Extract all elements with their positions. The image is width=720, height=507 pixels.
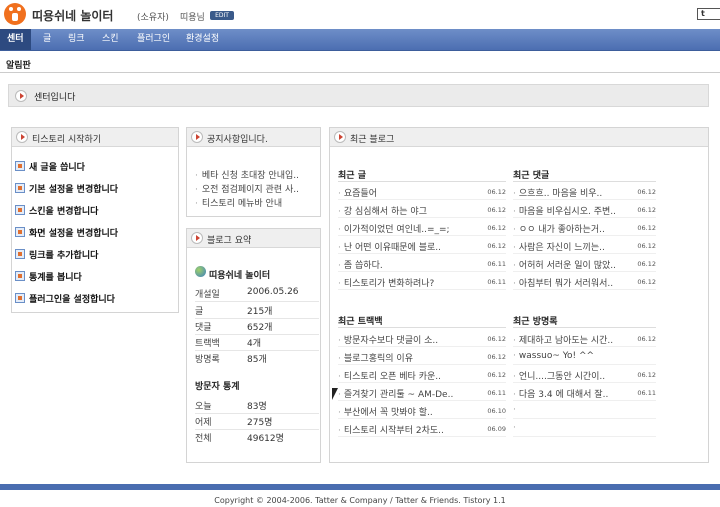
site-title[interactable]: 띠용쉬네 놀이터	[32, 7, 113, 24]
panel-title: 최근 블로그	[350, 135, 395, 145]
document-icon	[15, 205, 25, 215]
recent-comment-item[interactable]: 마음을 비우십시오. 주변..06.12	[513, 204, 656, 218]
recent-guestbook-item[interactable]: 언니....그동안 시간이..06.12	[513, 369, 656, 383]
arrow-bullet-icon	[16, 131, 28, 143]
visitor-row: 전체 49612명	[195, 434, 284, 444]
recent-post-item[interactable]: 요즘들어06.12	[338, 186, 506, 200]
document-icon	[15, 183, 25, 193]
panel-header: 블로그 요약	[187, 229, 320, 248]
stat-row: 개설일 2006.05.26	[195, 287, 299, 300]
visitor-stats-title: 방문자 통계	[195, 382, 240, 392]
panel-title: 블로그 요약	[207, 236, 252, 246]
recent-trackback-item[interactable]: 블로그홍릭의 이유06.12	[338, 351, 506, 365]
stat-row: 댓글 652개	[195, 323, 273, 333]
panel-title: 티스토리 시작하기	[32, 135, 102, 145]
arrow-bullet-icon	[191, 131, 203, 143]
recent-post-item[interactable]: 난 어떤 이유때문에 블로..06.12	[338, 240, 506, 254]
footer-bar	[0, 484, 720, 490]
recent-trackback-item[interactable]: 즐겨찾기 관리툴 ~ AM-De..06.11	[338, 387, 506, 401]
recent-post-item[interactable]: 이가적이었던 여인네..=_=;06.12	[338, 222, 506, 236]
subnav-dashboard[interactable]: 알림판	[6, 58, 31, 71]
arrow-bullet-icon	[15, 90, 27, 102]
nav-plugins[interactable]: 플러그인	[137, 29, 170, 50]
user-role: (소유자)	[137, 13, 169, 23]
document-icon	[15, 271, 25, 281]
panel-header: 공지사항입니다.	[187, 128, 320, 147]
recent-comment-item[interactable]: 어허허 서러운 일이 많았..06.12	[513, 258, 656, 272]
nav-posts[interactable]: 글	[43, 29, 51, 50]
main-nav: 센터 글 링크 스킨 플러그인 환경설정	[0, 29, 720, 51]
nav-skin[interactable]: 스킨	[102, 29, 119, 50]
recent-comments-title: 최근 댓글	[513, 171, 550, 181]
edit-badge[interactable]: EDIT	[210, 11, 234, 20]
recent-guestbook-item[interactable]: 제대하고 남아도는 시간..06.12	[513, 333, 656, 347]
nav-links[interactable]: 링크	[68, 29, 85, 50]
panel-header: 티스토리 시작하기	[12, 128, 178, 147]
start-panel: 티스토리 시작하기 새 글을 씁니다 기본 설정을 변경합니다 스킨을 변경합니…	[11, 127, 179, 313]
recent-trackback-item[interactable]: 티스토리 오픈 베타 카운..06.12	[338, 369, 506, 383]
stat-row: 트랙백 4개	[195, 339, 262, 349]
recent-guestbook-item[interactable]: 다음 3.4 에 대해서 잘..06.11	[513, 387, 656, 401]
recent-guestbook-item[interactable]: wassuo~ Yo! ^^	[513, 351, 656, 365]
recent-guestbook-item[interactable]	[513, 405, 656, 419]
external-link-button[interactable]: t	[697, 8, 720, 20]
document-icon	[15, 249, 25, 259]
visitor-row: 어제 275명	[195, 418, 273, 428]
recent-comment-item[interactable]: 으흐흐.. 마음을 비우..06.12	[513, 186, 656, 200]
visitor-row: 오늘 83명	[195, 402, 267, 412]
panel-title: 공지사항입니다.	[207, 135, 268, 145]
arrow-bullet-icon	[191, 232, 203, 244]
recent-post-item[interactable]: 티스토리가 변화하려나?06.11	[338, 276, 506, 290]
nav-settings[interactable]: 환경설정	[186, 29, 219, 50]
footer-copyright: Copyright © 2004-2006. Tatter & Company …	[214, 496, 506, 505]
blog-name: 띠용쉬네 놀이터	[209, 271, 271, 281]
center-title-bar: 센터입니다	[8, 84, 709, 107]
divider	[0, 72, 720, 73]
summary-panel: 블로그 요약 띠용쉬네 놀이터 개설일 2006.05.26 글 215개 댓글 65…	[186, 228, 321, 463]
tistory-logo-icon[interactable]	[4, 3, 26, 25]
panel-header: 최근 블로그	[330, 128, 708, 147]
recent-comment-item[interactable]: 사람은 자신이 느끼는..06.12	[513, 240, 656, 254]
recent-guestbook-title: 최근 방명록	[513, 317, 558, 327]
header: 띠용쉬네 놀이터 (소유자) 띠용님 EDIT t	[0, 0, 720, 29]
recent-trackback-item[interactable]: 티스토리 시작부터 2차도..06.09	[338, 423, 506, 437]
notice-item[interactable]: 베타 신청 초대장 안내입..	[195, 168, 299, 181]
document-icon	[15, 227, 25, 237]
user-name[interactable]: 띠용님	[180, 10, 205, 23]
notice-item[interactable]: 오전 점검페이지 관련 사..	[195, 182, 299, 195]
document-icon	[15, 161, 25, 171]
recent-trackback-item[interactable]: 방문자수보다 댓글이 소..06.12	[338, 333, 506, 347]
recent-guestbook-item[interactable]	[513, 423, 656, 437]
recent-comment-item[interactable]: 아침부터 뭐가 서러워서..06.12	[513, 276, 656, 290]
recent-post-item[interactable]: 좀 씁하다.06.11	[338, 258, 506, 272]
recent-comment-item[interactable]: ㅇㅇ 내가 좋아하는거..06.12	[513, 222, 656, 236]
arrow-bullet-icon	[334, 131, 346, 143]
recent-trackback-item[interactable]: 부산에서 꼭 맛봐야 할..06.10	[338, 405, 506, 419]
document-icon	[15, 293, 25, 303]
recent-post-item[interactable]: 강 심심해서 하는 야그06.12	[338, 204, 506, 218]
notice-item[interactable]: 티스토리 메뉴바 안내	[195, 196, 282, 209]
stat-row: 방명록 85개	[195, 355, 267, 365]
stat-row: 글 215개	[195, 307, 273, 317]
globe-icon	[195, 266, 206, 277]
nav-center[interactable]: 센터	[0, 29, 31, 50]
recent-posts-title: 최근 글	[338, 171, 366, 181]
center-title: 센터입니다	[34, 93, 76, 103]
recent-blog-panel: 최근 블로그 최근 글 요즘들어06.12 강 심심해서 하는 야그06.12 …	[329, 127, 709, 463]
mouse-cursor-icon	[332, 388, 338, 400]
recent-trackbacks-title: 최근 트랙백	[338, 317, 383, 327]
notice-panel: 공지사항입니다. 베타 신청 초대장 안내입.. 오전 점검페이지 관련 사..…	[186, 127, 321, 217]
